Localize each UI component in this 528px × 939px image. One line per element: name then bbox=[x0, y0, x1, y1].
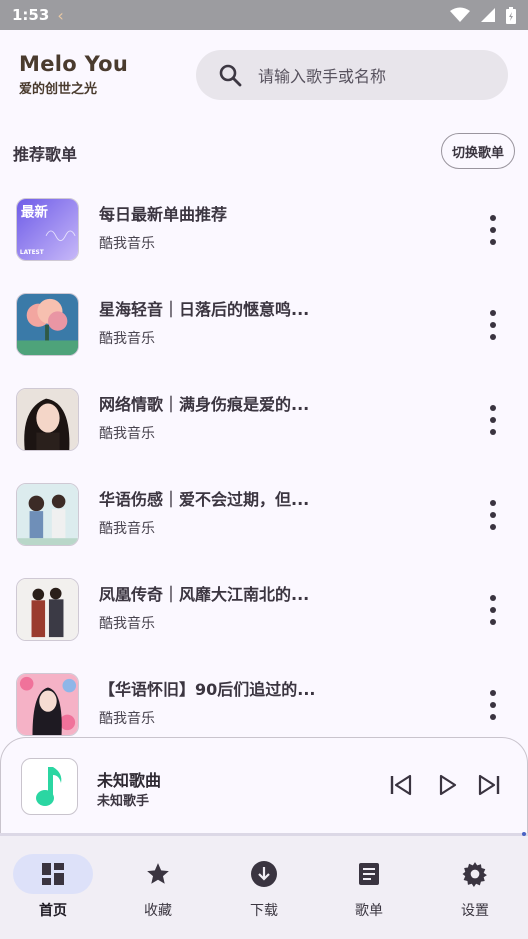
app-slogan: 爱的创世之光 bbox=[19, 82, 98, 97]
playlist-title[interactable]: 星海轻音｜日落后的惬意鸣... bbox=[99, 296, 309, 320]
more-vert-icon[interactable] bbox=[482, 215, 504, 245]
player-song-title: 未知歌曲 bbox=[97, 771, 162, 790]
playlist-list: 最新 LATEST 每日最新单曲推荐 酷我音乐 星海轻音｜日落后的惬意鸣... … bbox=[0, 182, 528, 752]
app-name: Melo You bbox=[19, 52, 129, 76]
playlist-icon bbox=[359, 863, 379, 885]
playlist-cover-flower-girl bbox=[16, 673, 79, 736]
star-icon bbox=[147, 863, 169, 884]
playlist-author: 酷我音乐 bbox=[99, 331, 155, 347]
more-vert-icon[interactable] bbox=[482, 500, 504, 530]
playlist-author: 酷我音乐 bbox=[99, 711, 155, 727]
signal-icon bbox=[481, 8, 495, 22]
playlist-cover-couple-illustration bbox=[16, 483, 79, 546]
player-cover bbox=[21, 758, 78, 815]
more-vert-icon[interactable] bbox=[482, 690, 504, 720]
back-chevron-icon[interactable]: ‹ bbox=[57, 6, 63, 25]
playlist-item[interactable]: 凤凰传奇｜风靡大江南北的... 酷我音乐 bbox=[0, 562, 528, 657]
cover-text: 最新 bbox=[21, 203, 49, 220]
nav-label: 下载 bbox=[250, 903, 278, 919]
playlist-cover-cloud-tree bbox=[16, 293, 79, 356]
playlist-title[interactable]: 华语伤感｜爱不会过期，但... bbox=[99, 486, 309, 510]
music-note-icon bbox=[35, 766, 61, 806]
wifi-icon bbox=[450, 7, 470, 22]
bottom-navigation: 首页 收藏 下载 歌单 设置 bbox=[0, 836, 528, 939]
playlist-cover-portrait bbox=[16, 388, 79, 451]
skip-next-icon[interactable] bbox=[475, 771, 503, 799]
section-title: 推荐歌单 bbox=[13, 145, 78, 164]
mini-player[interactable]: 未知歌曲 未知歌手 bbox=[0, 737, 528, 835]
playlist-cover-latest: 最新 LATEST bbox=[16, 198, 79, 261]
playlist-item[interactable]: 星海轻音｜日落后的惬意鸣... 酷我音乐 bbox=[0, 277, 528, 372]
playlist-item[interactable]: 华语伤感｜爱不会过期，但... 酷我音乐 bbox=[0, 467, 528, 562]
playlist-title[interactable]: 每日最新单曲推荐 bbox=[99, 201, 227, 225]
header: Melo You 爱的创世之光 请输入歌手或名称 bbox=[0, 30, 528, 126]
more-vert-icon[interactable] bbox=[482, 310, 504, 340]
cover-subtext: LATEST bbox=[20, 250, 44, 256]
playlist-author: 酷我音乐 bbox=[99, 616, 155, 632]
nav-label: 收藏 bbox=[144, 903, 172, 919]
player-artist: 未知歌手 bbox=[97, 794, 150, 809]
nav-item-playlist[interactable]: 歌单 bbox=[329, 854, 409, 926]
battery-icon bbox=[506, 6, 516, 24]
playlist-author: 酷我音乐 bbox=[99, 426, 155, 442]
recommended-section-header: 推荐歌单 切换歌单 bbox=[0, 130, 528, 174]
brand: Melo You 爱的创世之光 bbox=[19, 52, 128, 97]
play-icon[interactable] bbox=[433, 771, 461, 799]
playlist-title[interactable]: 【华语怀旧】90后们追过的... bbox=[99, 676, 316, 700]
nav-item-download[interactable]: 下载 bbox=[224, 854, 304, 926]
skip-previous-icon[interactable] bbox=[387, 771, 415, 799]
nav-label: 歌单 bbox=[355, 903, 383, 919]
playlist-item[interactable]: 最新 LATEST 每日最新单曲推荐 酷我音乐 bbox=[0, 182, 528, 277]
playlist-title[interactable]: 网络情歌｜满身伤痕是爱的... bbox=[99, 391, 309, 415]
download-icon bbox=[251, 861, 277, 887]
switch-playlist-button[interactable]: 切换歌单 bbox=[441, 133, 515, 169]
gear-icon bbox=[462, 862, 487, 887]
status-time: 1:53 bbox=[12, 6, 50, 24]
search-icon bbox=[219, 64, 242, 87]
search-bar[interactable]: 请输入歌手或名称 bbox=[196, 50, 508, 100]
playlist-author: 酷我音乐 bbox=[99, 521, 155, 537]
playlist-item[interactable]: 网络情歌｜满身伤痕是爱的... 酷我音乐 bbox=[0, 372, 528, 467]
more-vert-icon[interactable] bbox=[482, 595, 504, 625]
nav-label: 首页 bbox=[39, 903, 67, 919]
nav-item-favorites[interactable]: 收藏 bbox=[118, 854, 198, 926]
search-placeholder[interactable]: 请输入歌手或名称 bbox=[258, 63, 386, 87]
nav-item-home[interactable]: 首页 bbox=[13, 854, 93, 926]
status-bar: 1:53 ‹ bbox=[0, 0, 528, 30]
playlist-author: 酷我音乐 bbox=[99, 236, 155, 252]
nav-label: 设置 bbox=[461, 903, 489, 919]
more-vert-icon[interactable] bbox=[482, 405, 504, 435]
playlist-cover-duo-photo bbox=[16, 578, 79, 641]
dashboard-icon bbox=[42, 863, 64, 885]
playlist-title[interactable]: 凤凰传奇｜风靡大江南北的... bbox=[99, 581, 309, 605]
nav-item-settings[interactable]: 设置 bbox=[435, 854, 515, 926]
